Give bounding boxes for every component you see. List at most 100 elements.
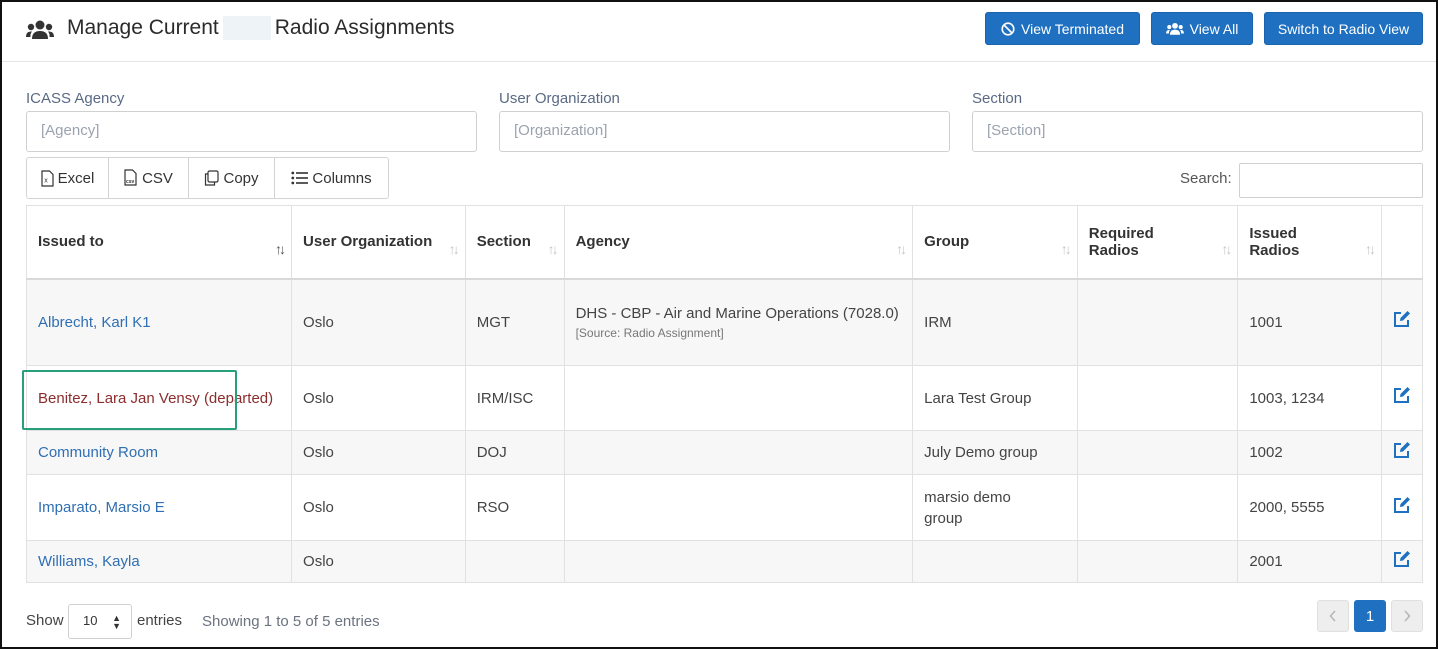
org-cell: Oslo — [291, 540, 466, 583]
edit-icon[interactable] — [1393, 310, 1411, 328]
sort-asc-icon: ↑↓ — [275, 241, 286, 257]
page-length-value: 10 — [83, 613, 98, 628]
copy-button[interactable]: Copy — [189, 158, 275, 198]
section-filter-select[interactable]: [Section] — [972, 111, 1423, 152]
sort-icon: ↑↓ — [1221, 241, 1232, 257]
issued-to-link[interactable]: Community Room — [38, 444, 158, 461]
agency-filter-select[interactable]: [Agency] — [26, 111, 477, 152]
columns-button[interactable]: Columns — [275, 158, 388, 198]
group-cell: Lara Test Group — [912, 365, 1078, 431]
section-cell: RSO — [464, 474, 565, 541]
page-length-select[interactable]: 10 ▲ ▼ — [68, 604, 132, 639]
section-filter-label: Section — [972, 90, 1023, 107]
view-terminated-button[interactable]: View Terminated — [985, 12, 1140, 45]
excel-button[interactable]: x Excel — [27, 158, 109, 198]
csv-label: CSV — [142, 169, 173, 187]
previous-page-button[interactable] — [1317, 600, 1349, 632]
page-button-1[interactable]: 1 — [1354, 600, 1386, 632]
agency-cell — [563, 474, 914, 541]
agency-cell — [563, 540, 914, 583]
edit-icon[interactable] — [1393, 550, 1411, 568]
table-header-row: Issued to ↑↓ User Organization ↑↓ Section ↑… — [25, 205, 1424, 280]
section-cell: DOJ — [464, 430, 565, 475]
table-row: Albrecht, Karl K1 Oslo MGT DHS - CBP - A… — [25, 278, 1424, 366]
users-icon — [1165, 22, 1184, 35]
chevron-right-icon — [1404, 610, 1411, 622]
ban-icon — [1001, 21, 1015, 36]
column-agency[interactable]: Agency ↑↓ — [563, 205, 914, 280]
edit-cell — [1380, 430, 1424, 475]
column-required-radios[interactable]: Required Radios ↑↓ — [1076, 205, 1239, 280]
edit-icon[interactable] — [1393, 386, 1411, 404]
switch-view-label: Switch to Radio View — [1277, 20, 1410, 37]
group-cell: IRM — [912, 278, 1078, 366]
agency-cell: DHS - CBP - Air and Marine Operations (7… — [563, 278, 914, 366]
page-header: Manage Current Radio Assignments View Ter… — [2, 2, 1436, 62]
section-cell: IRM/ISC — [464, 365, 565, 431]
agency-text: DHS - CBP - Air and Marine Operations (7… — [575, 304, 899, 322]
file-csv-icon: csv — [124, 169, 137, 186]
organization-filter-label: User Organization — [499, 90, 620, 107]
required-cell — [1076, 365, 1239, 431]
edit-cell — [1380, 474, 1424, 541]
issued-cell: 2001 — [1237, 540, 1382, 583]
entries-label: entries — [137, 612, 183, 629]
csv-button[interactable]: csv CSV — [109, 158, 189, 198]
view-terminated-label: View Terminated — [1021, 20, 1124, 37]
search-label: Search: — [1180, 170, 1232, 187]
list-icon — [291, 171, 309, 185]
issued-cell: 2000, 5555 — [1237, 474, 1382, 541]
users-icon — [26, 20, 54, 39]
required-cell — [1076, 540, 1239, 583]
edit-icon[interactable] — [1393, 441, 1411, 459]
edit-icon[interactable] — [1393, 496, 1411, 514]
column-label: Issued to — [38, 233, 104, 251]
organization-filter-select[interactable]: [Organization] — [499, 111, 950, 152]
show-label: Show — [26, 612, 64, 629]
column-user-organization[interactable]: User Organization ↑↓ — [291, 205, 466, 280]
column-actions — [1380, 205, 1424, 280]
column-group[interactable]: Group ↑↓ — [912, 205, 1078, 280]
issued-to-link[interactable]: Benitez, Lara Jan Vensy (departed) — [38, 390, 273, 407]
table-row: Williams, Kayla Oslo 2001 — [25, 540, 1424, 583]
column-issued-to[interactable]: Issued to ↑↓ — [25, 205, 293, 280]
copy-icon — [205, 170, 220, 186]
org-cell: Oslo — [291, 474, 466, 541]
org-cell: Oslo — [291, 365, 466, 431]
issued-to-link[interactable]: Williams, Kayla — [38, 553, 140, 570]
column-label: Radios — [1249, 241, 1300, 259]
view-all-button[interactable]: View All — [1151, 12, 1253, 45]
required-cell — [1076, 430, 1239, 475]
section-cell — [464, 540, 565, 583]
page-title: Manage Current Radio Assignments — [67, 16, 455, 41]
column-issued-radios[interactable]: Issued Radios ↑↓ — [1237, 205, 1382, 280]
next-page-button[interactable] — [1391, 600, 1423, 632]
assignments-table: Issued to ↑↓ User Organization ↑↓ Section ↑… — [25, 205, 1424, 583]
table-row: Benitez, Lara Jan Vensy (departed) Oslo … — [25, 365, 1424, 431]
issued-to-link[interactable]: Albrecht, Karl K1 — [38, 314, 151, 331]
search-input[interactable] — [1239, 163, 1423, 198]
column-label: Radios — [1088, 241, 1139, 259]
svg-text:x: x — [44, 177, 48, 184]
column-label: Group — [924, 233, 970, 251]
sort-icon: ↑↓ — [1364, 241, 1376, 257]
issued-cell: 1001 — [1237, 278, 1382, 366]
column-label: Required — [1088, 224, 1154, 242]
sort-icon: ↑↓ — [1060, 241, 1072, 257]
copy-label: Copy — [223, 169, 259, 187]
group-cell: marsio demo group — [912, 474, 1078, 541]
group-cell — [912, 540, 1078, 583]
agency-source: [Source: Radio Assignment] — [575, 325, 724, 340]
section-cell: MGT — [464, 278, 565, 366]
sort-icon: ↑↓ — [896, 241, 907, 257]
column-label: Section — [476, 233, 531, 251]
table-row: Community Room Oslo DOJ July Demo group … — [25, 430, 1424, 475]
chevron-left-icon — [1329, 610, 1336, 622]
view-all-label: View All — [1189, 20, 1239, 37]
column-label: Issued — [1249, 224, 1297, 242]
column-section[interactable]: Section ↑↓ — [464, 205, 565, 280]
sort-icon: ↑↓ — [547, 241, 559, 257]
agency-cell — [563, 430, 914, 475]
switch-to-radio-view-button[interactable]: Switch to Radio View — [1264, 12, 1423, 45]
issued-to-link[interactable]: Imparato, Marsio E — [38, 499, 165, 516]
